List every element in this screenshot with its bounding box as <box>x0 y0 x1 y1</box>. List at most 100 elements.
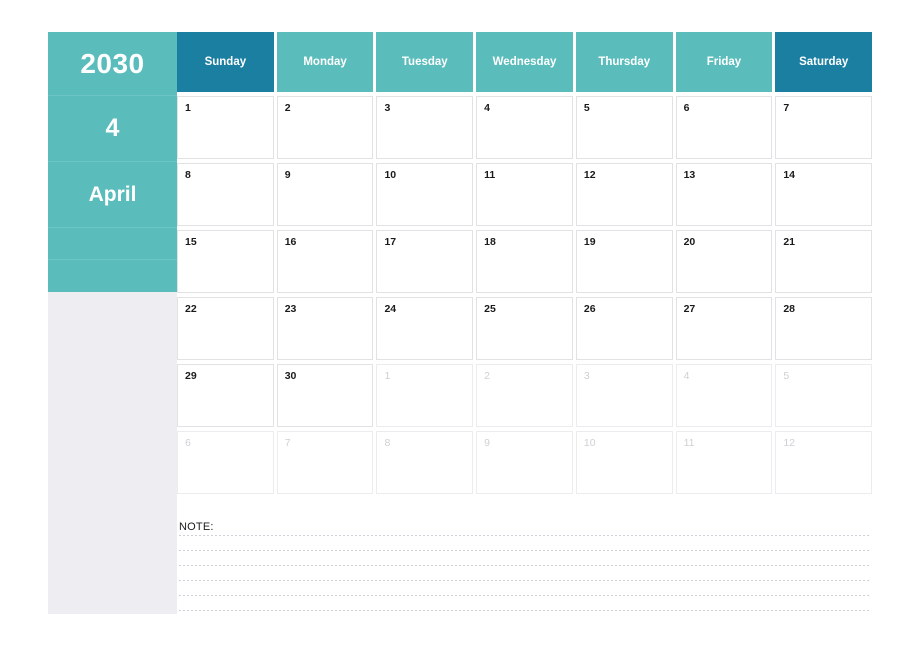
week-row: 29 30 1 2 3 4 5 <box>177 362 873 429</box>
weekday-header-thursday: Thursday <box>575 32 673 92</box>
day-number: 9 <box>484 437 490 449</box>
day-cell[interactable]: 3 <box>575 364 673 427</box>
day-number: 2 <box>484 370 490 382</box>
day-number: 15 <box>185 236 197 248</box>
day-number: 18 <box>484 236 496 248</box>
day-cell[interactable]: 29 <box>177 364 274 427</box>
day-cell[interactable]: 11 <box>476 163 573 226</box>
day-cell[interactable]: 23 <box>276 297 374 360</box>
day-cell[interactable]: 17 <box>376 230 474 293</box>
day-number: 6 <box>185 437 191 449</box>
day-number: 4 <box>683 370 690 382</box>
weekday-header-tuesday: Tuesday <box>376 32 474 92</box>
day-number: 30 <box>284 370 297 382</box>
day-number: 7 <box>783 102 790 114</box>
day-number: 14 <box>783 169 795 181</box>
sidebar-year: 2030 <box>48 32 177 96</box>
day-cell[interactable]: 7 <box>775 96 873 159</box>
day-cell[interactable]: 8 <box>376 431 474 494</box>
day-number: 23 <box>284 303 297 315</box>
weekday-header-saturday: Saturday <box>775 32 873 92</box>
week-row: 15 16 17 18 19 20 21 <box>177 228 873 295</box>
day-cell[interactable]: 10 <box>376 163 474 226</box>
day-number: 28 <box>783 303 795 315</box>
note-rule-line[interactable] <box>179 580 871 581</box>
day-cell[interactable]: 1 <box>376 364 474 427</box>
day-cell[interactable]: 30 <box>276 364 374 427</box>
day-number: 3 <box>583 370 590 382</box>
day-cell[interactable]: 16 <box>276 230 374 293</box>
day-number: 10 <box>583 437 596 449</box>
day-cell[interactable]: 22 <box>177 297 274 360</box>
day-number: 20 <box>683 236 696 248</box>
week-row: 1 2 3 4 5 6 7 <box>177 94 873 161</box>
day-number: 24 <box>384 303 397 315</box>
day-cell[interactable]: 28 <box>775 297 873 360</box>
day-number: 8 <box>384 437 391 449</box>
day-cell[interactable]: 20 <box>675 230 773 293</box>
calendar-page: 2030 4 April Sunday Monday Tuesday Wednesda… <box>0 0 920 651</box>
day-number: 1 <box>384 370 391 382</box>
day-cell[interactable]: 2 <box>276 96 374 159</box>
day-number: 8 <box>185 169 191 181</box>
day-number: 2 <box>284 102 291 114</box>
day-cell[interactable]: 9 <box>476 431 573 494</box>
week-row: 6 7 8 9 10 11 12 <box>177 429 873 496</box>
day-cell[interactable]: 6 <box>675 96 773 159</box>
day-number: 3 <box>384 102 391 114</box>
day-cell[interactable]: 5 <box>775 364 873 427</box>
week-row: 8 9 10 11 12 13 14 <box>177 161 873 228</box>
day-number: 1 <box>185 102 191 114</box>
day-number: 13 <box>683 169 696 181</box>
day-cell[interactable]: 14 <box>775 163 873 226</box>
day-cell[interactable]: 18 <box>476 230 573 293</box>
note-rule-line[interactable] <box>179 595 871 596</box>
day-cell[interactable]: 19 <box>575 230 673 293</box>
week-row: 22 23 24 25 26 27 28 <box>177 295 873 362</box>
day-number: 19 <box>583 236 596 248</box>
sidebar-month-name: April <box>48 162 177 228</box>
weekday-header-friday: Friday <box>675 32 773 92</box>
note-rule-line[interactable] <box>179 550 871 551</box>
day-number: 21 <box>783 236 795 248</box>
day-cell[interactable]: 11 <box>675 431 773 494</box>
sidebar-blank-row-1 <box>48 228 177 260</box>
day-cell[interactable]: 3 <box>376 96 474 159</box>
day-cell[interactable]: 26 <box>575 297 673 360</box>
weekday-header-row: Sunday Monday Tuesday Wednesday Thursday Frid… <box>177 32 873 94</box>
note-lines[interactable] <box>179 535 871 611</box>
weekday-header-wednesday: Wednesday <box>476 32 573 92</box>
day-number: 11 <box>484 169 496 181</box>
day-cell[interactable]: 24 <box>376 297 474 360</box>
note-rule-line[interactable] <box>179 565 871 566</box>
day-cell[interactable]: 2 <box>476 364 573 427</box>
day-number: 22 <box>185 303 197 315</box>
day-cell[interactable]: 4 <box>476 96 573 159</box>
day-number: 7 <box>284 437 291 449</box>
day-number: 5 <box>583 102 590 114</box>
day-cell[interactable]: 12 <box>575 163 673 226</box>
day-cell[interactable]: 25 <box>476 297 573 360</box>
day-cell[interactable]: 8 <box>177 163 274 226</box>
note-rule-line[interactable] <box>179 610 871 611</box>
day-cell[interactable]: 12 <box>775 431 873 494</box>
day-cell[interactable]: 7 <box>276 431 374 494</box>
day-cell[interactable]: 4 <box>675 364 773 427</box>
day-cell[interactable]: 5 <box>575 96 673 159</box>
day-cell[interactable]: 6 <box>177 431 274 494</box>
day-cell[interactable]: 21 <box>775 230 873 293</box>
day-cell[interactable]: 27 <box>675 297 773 360</box>
weekday-header-monday: Monday <box>276 32 374 92</box>
sidebar-blank-row-2 <box>48 260 177 292</box>
day-cell[interactable]: 9 <box>276 163 374 226</box>
note-label: NOTE: <box>179 521 214 533</box>
weekday-header-sunday: Sunday <box>177 32 274 92</box>
day-cell[interactable]: 10 <box>575 431 673 494</box>
day-cell[interactable]: 1 <box>177 96 274 159</box>
day-number: 26 <box>583 303 596 315</box>
day-cell[interactable]: 13 <box>675 163 773 226</box>
day-cell[interactable]: 15 <box>177 230 274 293</box>
day-number: 4 <box>484 102 490 114</box>
day-number: 6 <box>683 102 690 114</box>
note-rule-line[interactable] <box>179 535 871 536</box>
